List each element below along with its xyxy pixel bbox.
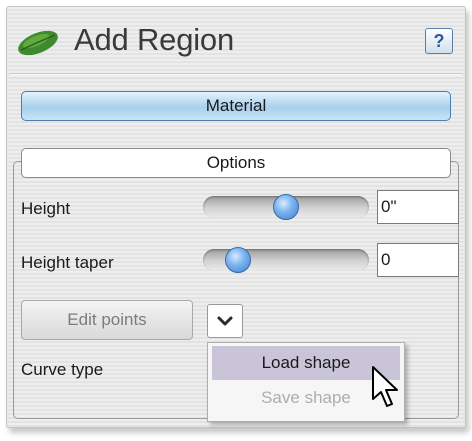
help-button[interactable]: ? <box>425 28 453 54</box>
shape-dropdown-button[interactable] <box>207 304 243 338</box>
height-slider-thumb[interactable] <box>273 194 299 220</box>
height-input[interactable] <box>377 190 459 224</box>
panel-title: Add Region <box>74 22 235 57</box>
add-region-panel: Add Region ? Material Options Height Hei… <box>6 6 466 428</box>
options-button[interactable]: Options <box>21 148 451 178</box>
edit-points-button[interactable]: Edit points <box>21 300 193 340</box>
leaf-icon <box>18 30 58 56</box>
chevron-down-icon <box>217 316 233 326</box>
height-taper-slider[interactable] <box>203 247 369 273</box>
material-button[interactable]: Material <box>21 91 451 121</box>
mouse-cursor-icon <box>372 366 398 407</box>
height-label: Height <box>21 199 71 218</box>
curve-type-label: Curve type <box>21 360 104 379</box>
height-slider[interactable] <box>203 194 369 220</box>
height-taper-label: Height taper <box>21 253 114 272</box>
height-taper-input[interactable] <box>377 243 459 277</box>
height-taper-slider-thumb[interactable] <box>224 247 251 273</box>
header-divider <box>10 73 462 75</box>
